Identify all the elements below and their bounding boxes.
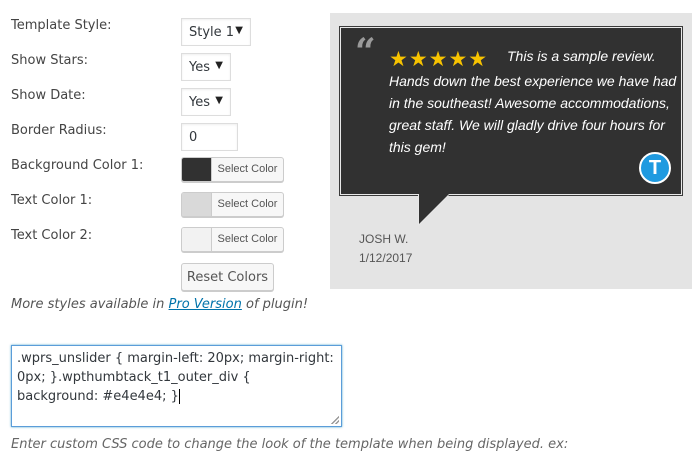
show-date-value: Yes bbox=[189, 95, 210, 110]
pro-version-link[interactable]: Pro Version bbox=[169, 297, 242, 312]
background-color-1-picker[interactable]: Select Color bbox=[181, 157, 284, 182]
template-style-label: Template Style: bbox=[11, 18, 112, 33]
border-radius-label: Border Radius: bbox=[11, 123, 107, 138]
show-stars-label: Show Stars: bbox=[11, 53, 89, 68]
reviewer-name: JOSH W. bbox=[359, 232, 409, 246]
show-stars-value: Yes bbox=[189, 60, 210, 75]
select-color-button[interactable]: Select Color bbox=[212, 228, 283, 251]
border-radius-input[interactable]: 0 bbox=[181, 123, 238, 151]
review-text-first-line: This is a sample review. bbox=[507, 48, 656, 64]
pro-version-note: More styles available in Pro Version of … bbox=[11, 297, 308, 312]
bubble-tail bbox=[419, 194, 449, 224]
custom-css-help-text: Enter custom CSS code to change the look… bbox=[11, 437, 569, 452]
show-date-label: Show Date: bbox=[11, 88, 86, 103]
background-color-1-label: Background Color 1: bbox=[11, 158, 144, 173]
custom-css-textarea[interactable]: .wprs_unslider { margin-left: 20px; marg… bbox=[11, 345, 342, 427]
chevron-down-icon: ▼ bbox=[215, 95, 223, 106]
rating-stars: ★★★★★ bbox=[389, 47, 489, 71]
text-color-2-label: Text Color 2: bbox=[11, 228, 93, 243]
text-color-1-picker[interactable]: Select Color bbox=[181, 192, 284, 217]
template-style-value: Style 1 bbox=[189, 25, 235, 40]
review-bubble: “ ★★★★★ This is a sample review. Hands d… bbox=[340, 27, 682, 195]
quote-icon: “ bbox=[355, 31, 376, 73]
text-cursor: ​ bbox=[178, 389, 180, 404]
text-color-1-label: Text Color 1: bbox=[11, 193, 93, 208]
review-date: 1/12/2017 bbox=[359, 251, 413, 265]
chevron-down-icon: ▼ bbox=[215, 60, 223, 71]
chevron-down-icon: ▼ bbox=[235, 25, 243, 36]
pro-note-prefix: More styles available in bbox=[11, 297, 165, 312]
show-stars-select[interactable]: Yes ▼ bbox=[181, 53, 231, 81]
text-color-2-swatch[interactable] bbox=[182, 228, 212, 251]
template-style-select[interactable]: Style 1 ▼ bbox=[181, 18, 251, 46]
custom-css-value: .wprs_unslider { margin-left: 20px; marg… bbox=[17, 351, 334, 404]
resize-handle-icon[interactable] bbox=[331, 416, 339, 424]
reset-colors-button[interactable]: Reset Colors bbox=[181, 263, 274, 291]
background-color-1-swatch[interactable] bbox=[182, 158, 212, 181]
show-date-select[interactable]: Yes ▼ bbox=[181, 88, 231, 116]
template-preview: “ ★★★★★ This is a sample review. Hands d… bbox=[330, 13, 692, 289]
brand-logo-icon: T bbox=[639, 152, 671, 184]
pro-note-suffix: of plugin! bbox=[246, 297, 309, 312]
text-color-2-picker[interactable]: Select Color bbox=[181, 227, 284, 252]
select-color-button[interactable]: Select Color bbox=[212, 193, 283, 216]
text-color-1-swatch[interactable] bbox=[182, 193, 212, 216]
review-text: Hands down the best experience we have h… bbox=[389, 73, 677, 155]
select-color-button[interactable]: Select Color bbox=[212, 158, 283, 181]
